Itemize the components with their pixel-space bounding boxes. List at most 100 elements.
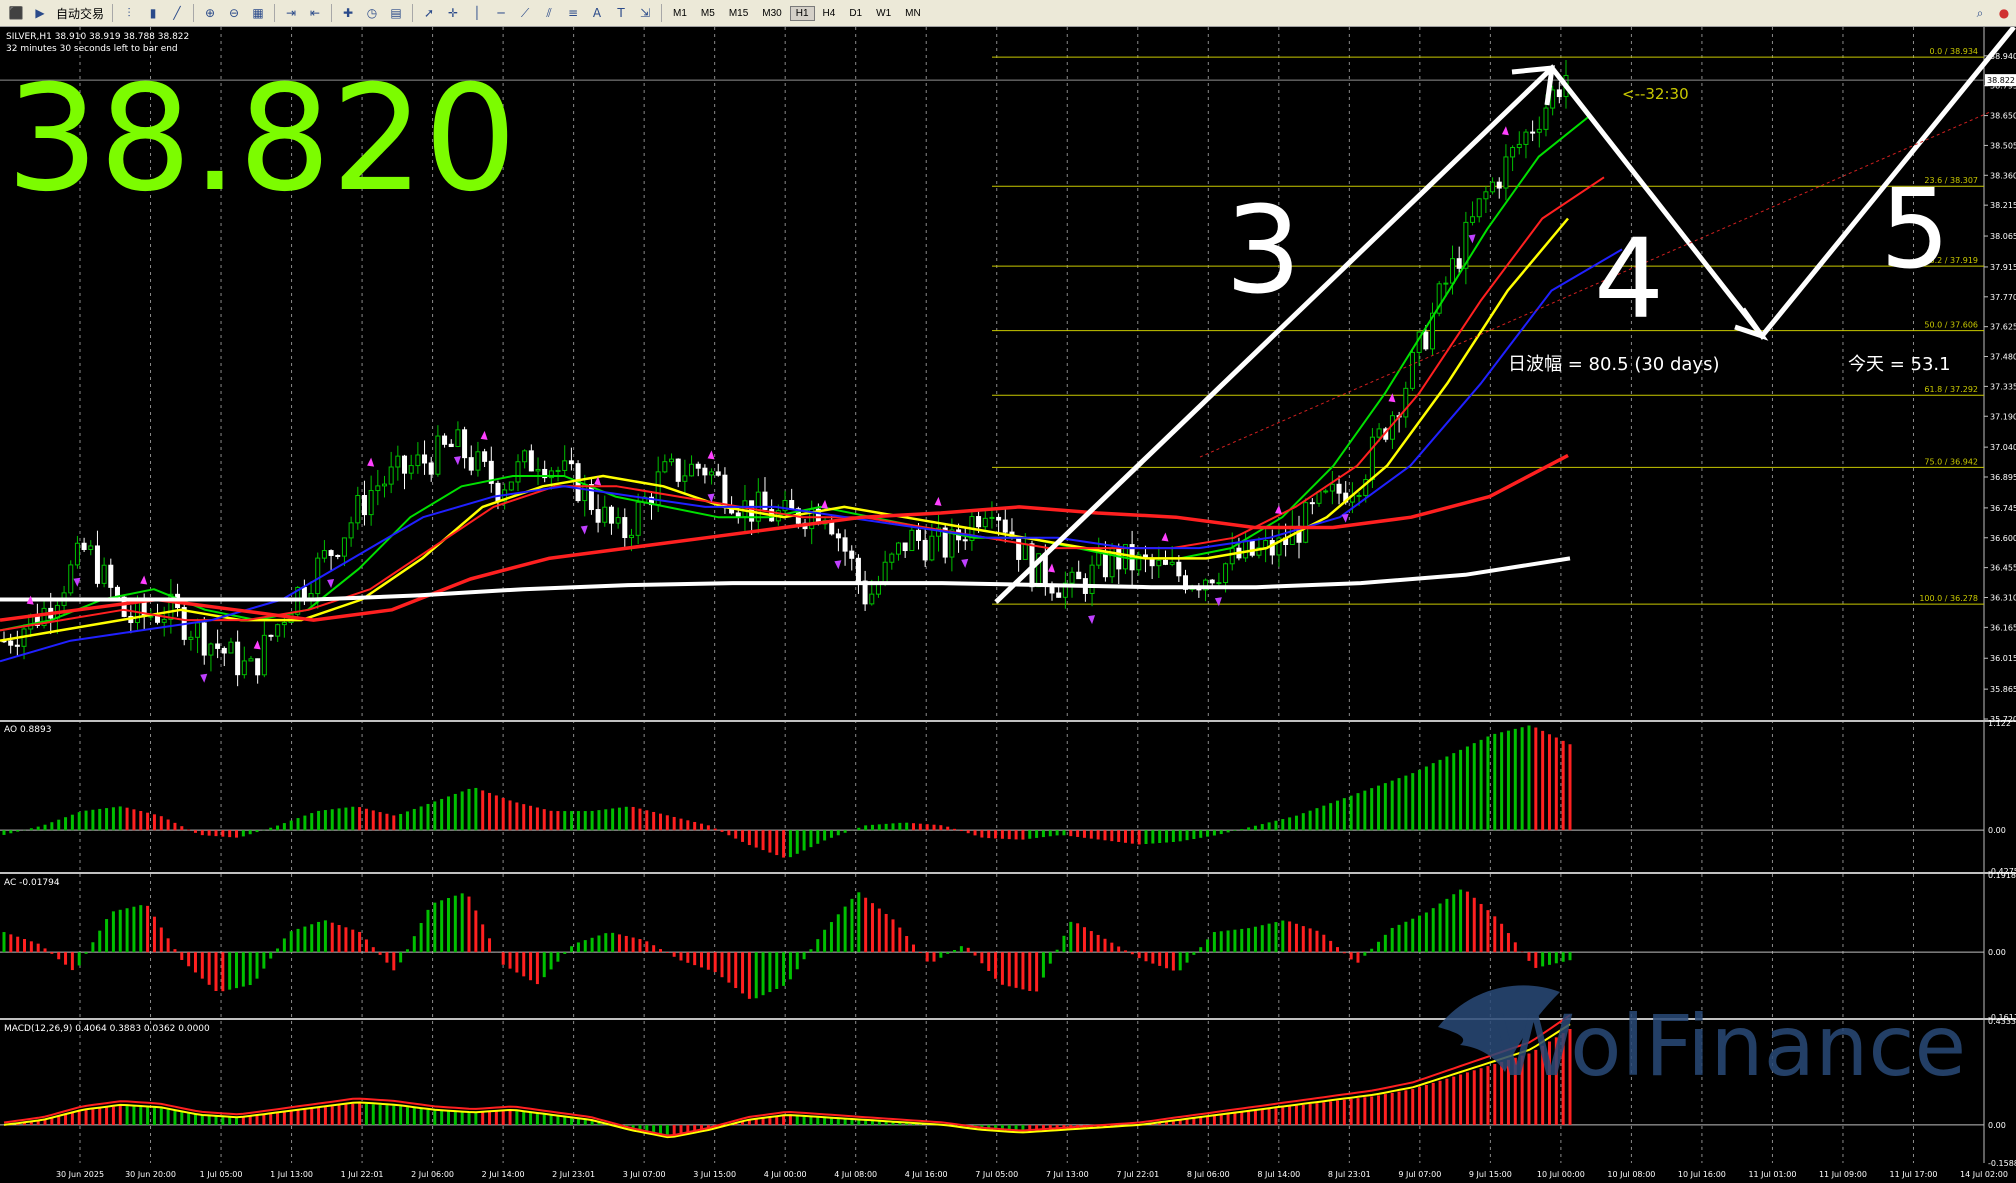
candle-body: [1456, 258, 1462, 269]
big-price: 38.820: [6, 54, 517, 224]
time-tick-label: 2 Jul 06:00: [411, 1170, 454, 1179]
candle-body: [895, 542, 901, 555]
cursor-icon[interactable]: ➚: [420, 4, 438, 22]
vertical-line-icon[interactable]: │: [468, 4, 486, 22]
candle-body: [1156, 559, 1162, 567]
candle-body: [595, 509, 601, 523]
templates-icon[interactable]: ▤: [387, 4, 405, 22]
candle-body: [1356, 494, 1362, 497]
candle-body: [1249, 540, 1255, 556]
timeframe-h4-button[interactable]: H4: [817, 6, 842, 21]
text-tool-icon[interactable]: A: [588, 4, 606, 22]
time-tick-label: 8 Jul 14:00: [1257, 1170, 1300, 1179]
candle-body: [929, 535, 935, 561]
candle-body: [1329, 483, 1335, 492]
candle-body: [468, 457, 474, 471]
candle-body: [835, 533, 841, 539]
candle-body: [842, 537, 848, 552]
candle-body: [1550, 89, 1556, 109]
toolbar-separator: [331, 4, 333, 22]
candle-body: [215, 643, 221, 649]
time-tick-label: 11 Jul 09:00: [1819, 1170, 1867, 1179]
autoscroll-icon[interactable]: ⇥: [282, 4, 300, 22]
price-tick-label: 37.625: [1990, 323, 2016, 332]
auto-trading-button[interactable]: 自动交易: [56, 5, 104, 22]
price-tick-label: 36.165: [1990, 623, 2016, 632]
time-tick-label: 11 Jul 01:00: [1748, 1170, 1796, 1179]
text-label-icon[interactable]: T: [612, 4, 630, 22]
zoom-out-icon[interactable]: ⊖: [225, 4, 243, 22]
candle-body: [422, 454, 428, 464]
candle-body: [375, 485, 381, 492]
periods-icon[interactable]: ◷: [363, 4, 381, 22]
candle-body: [108, 564, 114, 588]
candlestick-icon[interactable]: ▮: [144, 4, 162, 22]
search-icon[interactable]: ⌕: [1971, 4, 1989, 22]
wolfinance-watermark: WolFinance: [1438, 985, 1966, 1095]
time-tick-label: 10 Jul 00:00: [1537, 1170, 1585, 1179]
candle-body: [1409, 351, 1415, 389]
bar-chart-icon[interactable]: ⫶: [120, 4, 138, 22]
time-tick-label: 7 Jul 05:00: [975, 1170, 1018, 1179]
timeframe-m5-button[interactable]: M5: [695, 6, 721, 21]
candle-body: [1556, 89, 1562, 98]
candle-body: [1530, 131, 1536, 134]
timeframe-w1-button[interactable]: W1: [870, 6, 897, 21]
candle-body: [1323, 490, 1329, 493]
arrows-icon[interactable]: ⇲: [636, 4, 654, 22]
horizontal-line-icon[interactable]: ─: [492, 4, 510, 22]
fibonacci-icon[interactable]: ≡: [564, 4, 582, 22]
candle-body: [368, 490, 374, 516]
candle-body: [228, 641, 234, 654]
channel-icon[interactable]: ⫽: [540, 4, 558, 22]
timeframe-d1-button[interactable]: D1: [843, 6, 868, 21]
candle-body: [1543, 107, 1549, 130]
trendline-icon[interactable]: ⟋: [516, 4, 534, 22]
crosshair-icon[interactable]: ✛: [444, 4, 462, 22]
candle-body: [635, 501, 641, 536]
candle-body: [1176, 561, 1182, 577]
zoom-in-icon[interactable]: ⊕: [201, 4, 219, 22]
timeframe-m30-button[interactable]: M30: [756, 6, 787, 21]
auto-trading-icon[interactable]: ▶: [31, 4, 49, 22]
timeframe-h1-button[interactable]: H1: [789, 5, 815, 21]
candle-body: [922, 539, 928, 561]
candle-body: [435, 435, 441, 475]
candle-body: [1223, 563, 1229, 584]
price-tick-label: 37.335: [1990, 382, 2016, 391]
candle-body: [495, 482, 501, 502]
wave-label-4: 4: [1594, 215, 1664, 343]
chart-shift-icon[interactable]: ⇤: [306, 4, 324, 22]
time-tick-label: 30 Jun 20:00: [125, 1170, 176, 1179]
candle-body: [615, 517, 621, 524]
notification-icon[interactable]: ●: [1995, 4, 2013, 22]
candle-body: [361, 495, 367, 516]
timeframe-m1-button[interactable]: M1: [667, 6, 693, 21]
time-tick-label: 1 Jul 05:00: [200, 1170, 243, 1179]
indicators-icon[interactable]: ✚: [339, 4, 357, 22]
line-chart-icon[interactable]: ╱: [168, 4, 186, 22]
fib-level-label: 75.0 / 36.942: [1924, 457, 1978, 466]
candle-body: [315, 557, 321, 595]
timeframe-m15-button[interactable]: M15: [723, 6, 754, 21]
time-tick-label: 7 Jul 13:00: [1046, 1170, 1089, 1179]
candle-body: [902, 542, 908, 552]
time-tick-label: 14 Jul 02:00: [1960, 1170, 2008, 1179]
fib-level-label: 100.0 / 36.278: [1919, 594, 1978, 603]
candle-body: [388, 466, 394, 485]
tile-windows-icon[interactable]: ▦: [249, 4, 267, 22]
candle-body: [1022, 543, 1028, 560]
chart-area[interactable]: 0.0 / 38.93423.6 / 38.30738.2 / 37.91950…: [0, 27, 2016, 1183]
time-tick-label: 11 Jul 17:00: [1889, 1170, 1937, 1179]
candle-body: [555, 469, 561, 472]
candle-body: [1243, 540, 1249, 559]
price-tick-label: 35.865: [1990, 685, 2016, 694]
new-order-icon[interactable]: ⬛: [7, 4, 25, 22]
candle-body: [1209, 579, 1215, 584]
timeframe-mn-button[interactable]: MN: [899, 6, 927, 21]
price-tick-label: 38.065: [1990, 232, 2016, 241]
candle-body: [715, 471, 721, 476]
candle-body: [789, 500, 795, 510]
candle-body: [261, 634, 267, 676]
candle-body: [348, 522, 354, 539]
